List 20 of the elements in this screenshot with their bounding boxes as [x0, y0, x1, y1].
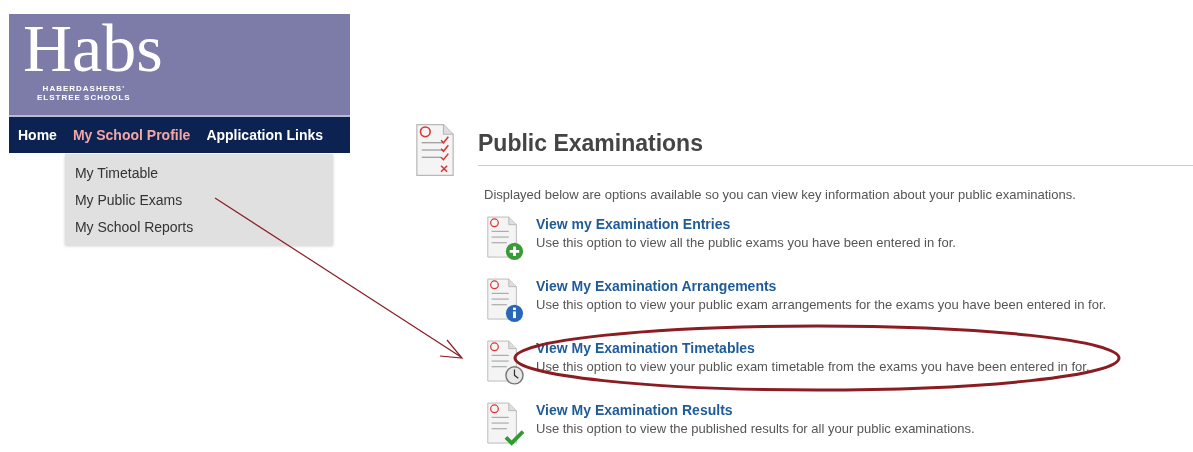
- logo-wordmark: Habs: [23, 16, 163, 80]
- page-title: Public Examinations: [478, 130, 1193, 166]
- nav-link[interactable]: Application Links: [204, 125, 326, 145]
- document-clock-icon: [484, 339, 524, 385]
- option-link[interactable]: View My Examination Arrangements: [536, 278, 777, 294]
- logo-subtitle: ELSTREE SCHOOLS: [37, 93, 131, 102]
- option-description: Use this option to view your public exam arrangements for the exams you have been entered in for.: [536, 297, 1107, 312]
- menu-item[interactable]: My Public Exams: [64, 187, 183, 214]
- option-link[interactable]: View My Examination Results: [536, 402, 733, 418]
- intro-text: Displayed below are options available so you can view key information about your public examinations.: [484, 187, 1077, 202]
- logo-subtitle: HABERDASHERS': [42, 84, 126, 93]
- document-plus-icon: [484, 215, 524, 261]
- document-check-icon: [484, 401, 524, 447]
- option-description: Use this option to view all the public exams you have been entered in for.: [536, 235, 956, 250]
- menu-item[interactable]: My School Reports: [64, 214, 194, 241]
- option-link[interactable]: View my Examination Entries: [536, 216, 731, 232]
- nav-link[interactable]: Home: [16, 125, 59, 145]
- option-description: Use this option to view the published results for all your public examinations.: [536, 421, 975, 436]
- menu-item[interactable]: My Timetable: [64, 160, 159, 187]
- document-info-icon: [484, 277, 524, 323]
